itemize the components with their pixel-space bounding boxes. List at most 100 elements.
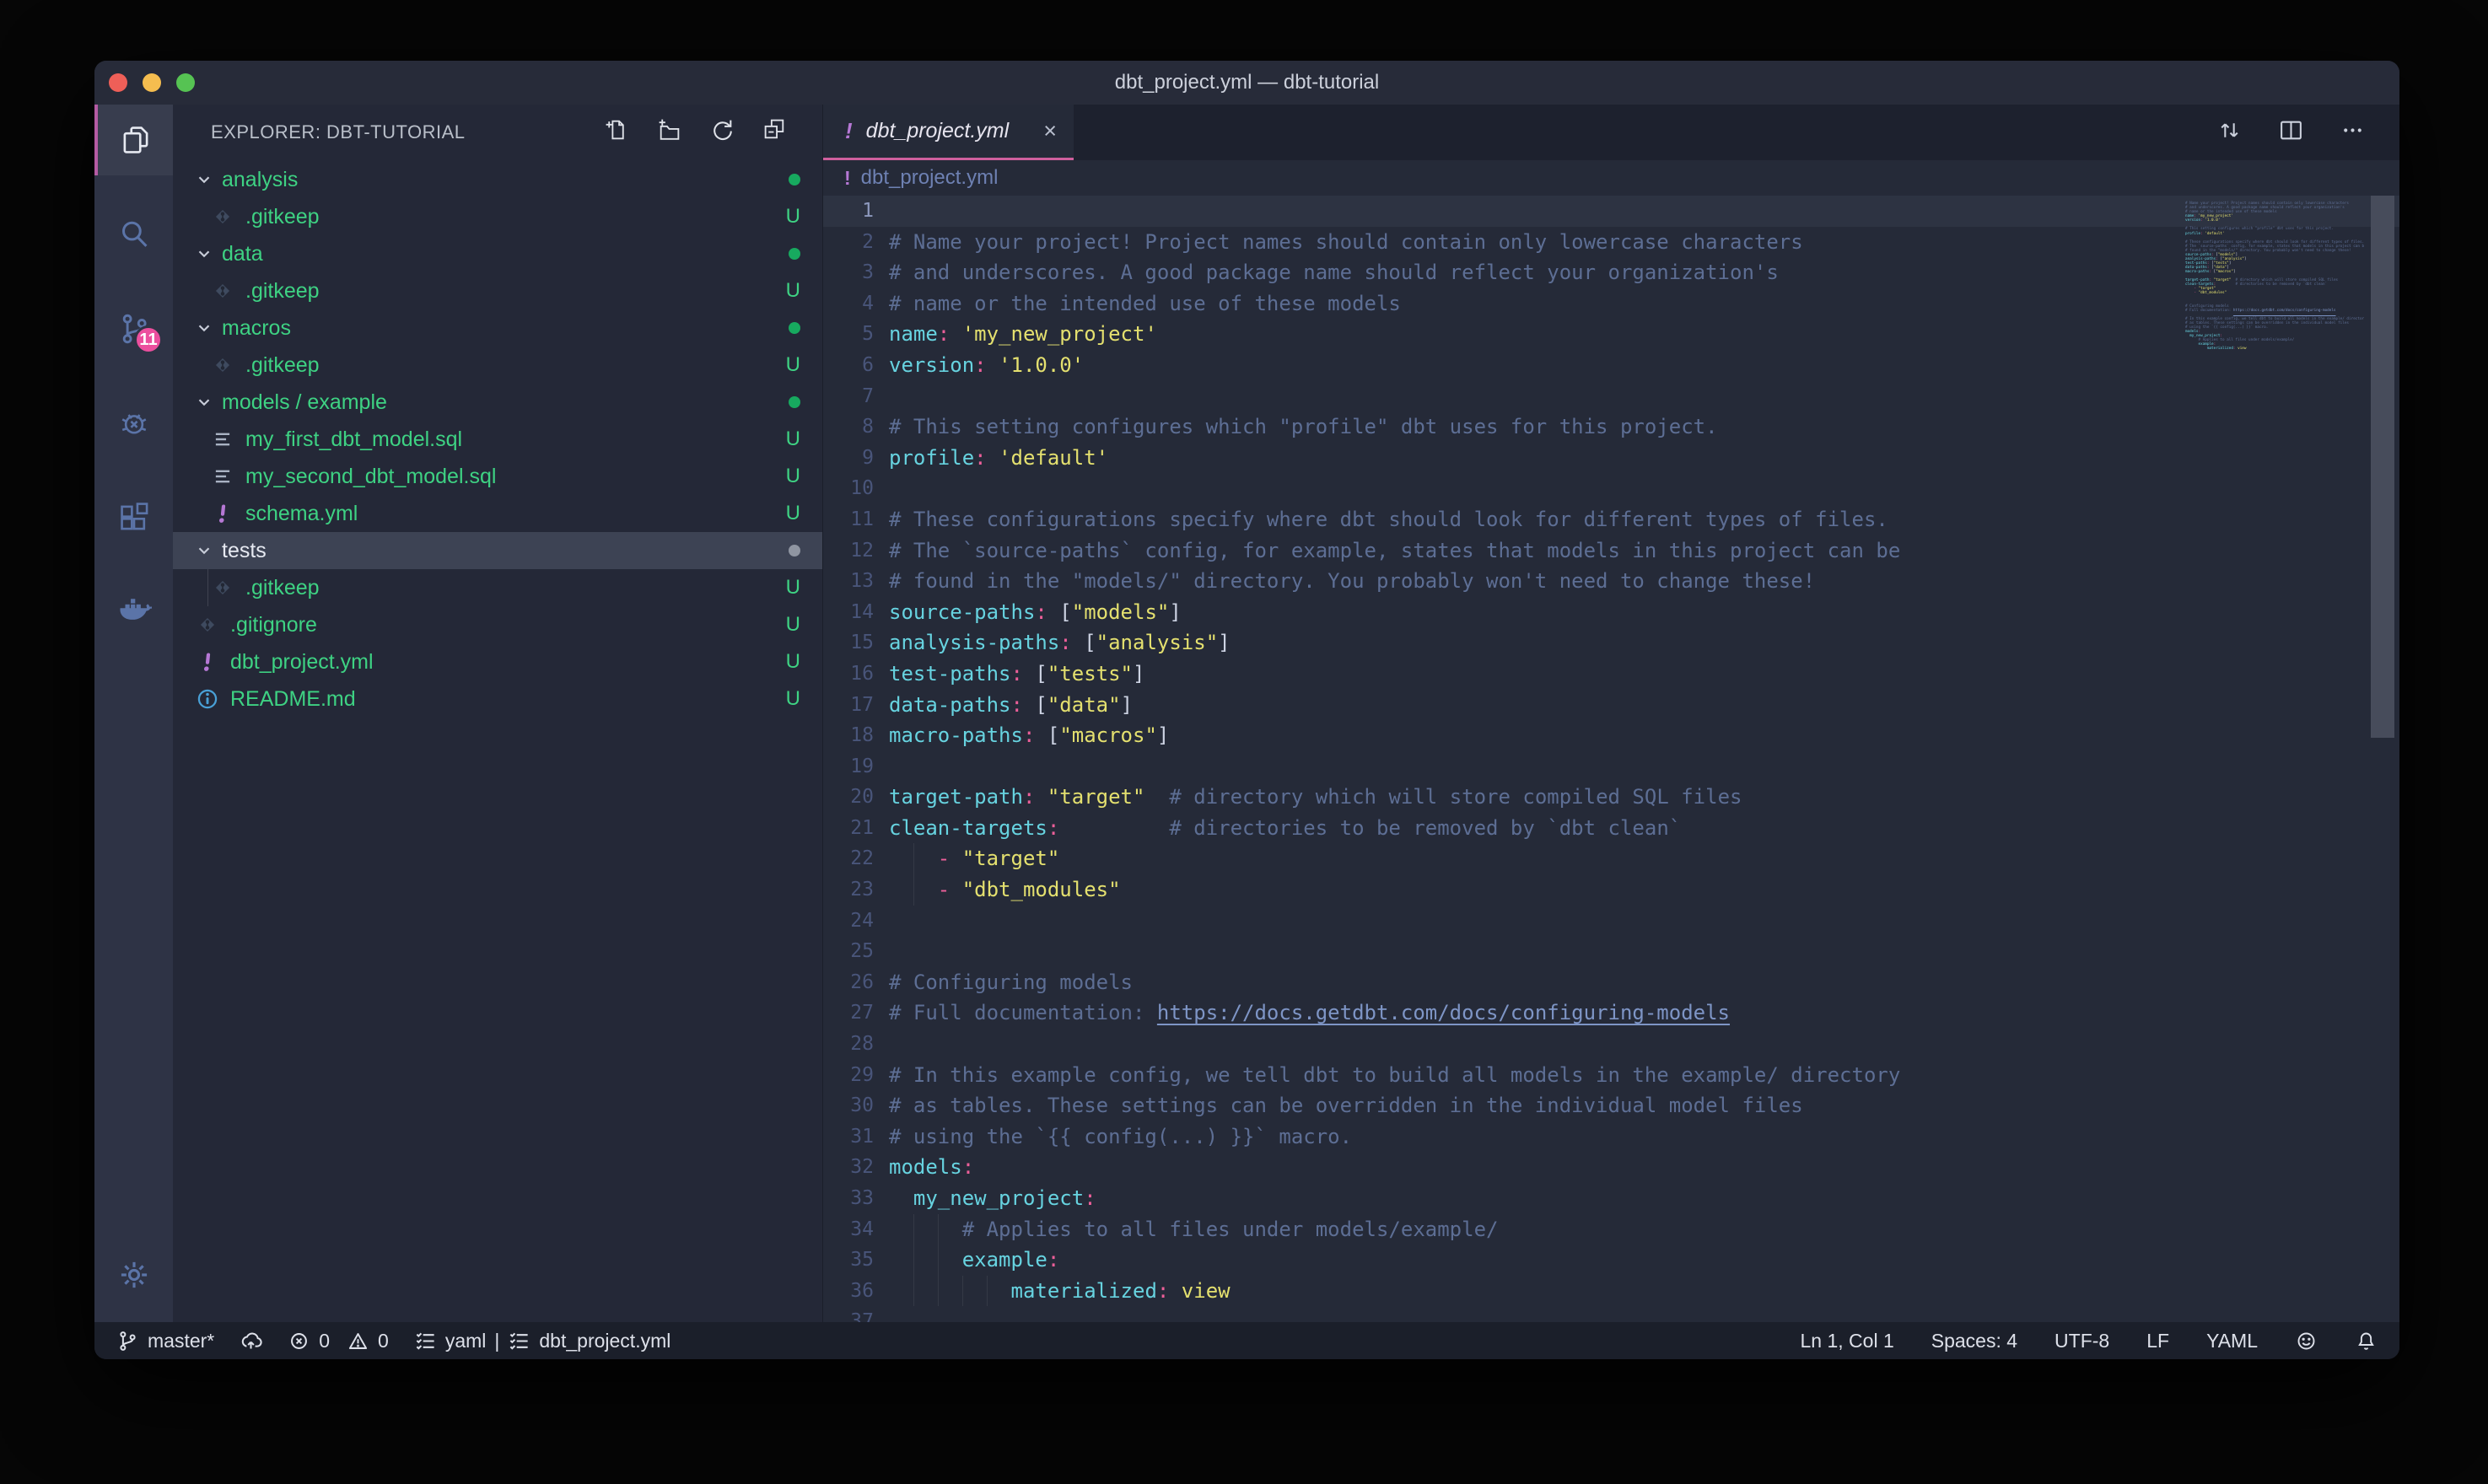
- search-icon[interactable]: [94, 199, 173, 270]
- chevron-down-icon: [195, 245, 213, 263]
- code-token: # using the `{{ config(...) }}` macro.: [889, 1125, 1352, 1148]
- new-folder-icon[interactable]: [656, 117, 682, 148]
- tree-item-dbt-project-yml[interactable]: dbt_project.ymlU: [173, 643, 822, 680]
- sql-file-icon: [212, 428, 234, 450]
- code-line: 9profile: 'default': [823, 443, 2399, 474]
- tree-item-gitignore[interactable]: .gitignoreU: [173, 606, 822, 643]
- tree-item-macros[interactable]: macros: [173, 309, 822, 347]
- git-untracked-badge: U: [786, 650, 800, 674]
- modified-warning-icon: !: [845, 118, 853, 144]
- tree-item-data[interactable]: data: [173, 235, 822, 272]
- language-mode-item[interactable]: YAML: [2206, 1330, 2258, 1352]
- sql-file-icon: [212, 465, 234, 487]
- code-line: 25: [823, 936, 2399, 967]
- indentation-item[interactable]: Spaces: 4: [1931, 1330, 2017, 1352]
- sync-changes-item[interactable]: [240, 1330, 262, 1352]
- code-token: :: [974, 353, 986, 377]
- collapse-folders-icon[interactable]: [762, 117, 789, 148]
- code-token: my_new_project: [913, 1186, 1084, 1210]
- problems-item[interactable]: 0 0: [288, 1330, 389, 1352]
- vertical-scrollbar[interactable]: [2371, 196, 2394, 738]
- encoding-item[interactable]: UTF-8: [2054, 1330, 2109, 1352]
- more-actions-icon[interactable]: [2340, 117, 2366, 148]
- notifications-bell-icon[interactable]: [2355, 1330, 2378, 1352]
- new-file-icon[interactable]: [603, 117, 629, 148]
- tree-item-label: .gitkeep: [245, 279, 320, 304]
- tab-dbt-project-yml[interactable]: ! dbt_project.yml ×: [823, 105, 1074, 160]
- code-line: 31# using the `{{ config(...) }}` macro.: [823, 1121, 2399, 1153]
- code-token: # directories to be removed by `dbt clea…: [1169, 816, 1681, 840]
- git-untracked-badge: U: [786, 502, 800, 525]
- line-number: 16: [823, 659, 874, 690]
- code-token: "data": [1047, 693, 1121, 717]
- extensions-icon[interactable]: [94, 482, 173, 553]
- tree-item-gitkeep[interactable]: .gitkeepU: [173, 347, 822, 384]
- tree-item-my-first-dbt-model-sql[interactable]: my_first_dbt_model.sqlU: [173, 421, 822, 458]
- line-number: 10: [823, 473, 874, 504]
- code-line: 20target-path: "target" # directory whic…: [823, 782, 2399, 813]
- docker-icon[interactable]: [94, 577, 173, 648]
- code-token: "models": [1072, 600, 1170, 624]
- code-token: :: [962, 1155, 974, 1179]
- line-number: 24: [823, 906, 874, 937]
- code-token: :: [974, 446, 986, 470]
- chevron-down-icon: [195, 170, 213, 189]
- line-number: 1: [823, 196, 874, 227]
- explorer-icon[interactable]: [94, 105, 173, 175]
- settings-gear-icon[interactable]: [94, 1239, 173, 1310]
- code-token: [889, 1186, 913, 1210]
- git-branch-item[interactable]: master*: [116, 1330, 214, 1352]
- code-token: # Configuring models: [889, 971, 1133, 994]
- tree-item-label: tests: [222, 539, 267, 563]
- code-editor[interactable]: 12# Name your project! Project names sho…: [823, 196, 2399, 1322]
- tree-item-readme-md[interactable]: README.mdU: [173, 680, 822, 718]
- open-changes-icon[interactable]: [2216, 117, 2243, 148]
- file-tree: analysis.gitkeepUdata.gitkeepUmacros.git…: [173, 160, 822, 1322]
- tree-item-label: .gitignore: [230, 613, 317, 637]
- split-editor-icon[interactable]: [2278, 117, 2304, 148]
- debug-icon[interactable]: [94, 388, 173, 459]
- tree-item-gitkeep[interactable]: .gitkeepU: [173, 569, 822, 606]
- indent-guide: [987, 1276, 988, 1307]
- tree-item-analysis[interactable]: analysis: [173, 161, 822, 198]
- code-line: 26# Configuring models: [823, 967, 2399, 998]
- documentation-link[interactable]: https://docs.getdbt.com/docs/configuring…: [1157, 1001, 1730, 1024]
- code-token: source-paths: [889, 600, 1035, 624]
- breadcrumb[interactable]: ! dbt_project.yml: [823, 160, 2399, 196]
- code-token: :: [1011, 662, 1023, 686]
- line-number: 30: [823, 1090, 874, 1121]
- git-untracked-badge: U: [786, 427, 800, 451]
- tree-item-tests[interactable]: tests: [173, 532, 822, 569]
- tree-item-gitkeep[interactable]: .gitkeepU: [173, 272, 822, 309]
- minimap[interactable]: # Name your project! Project names shoul…: [2185, 197, 2364, 383]
- tree-item-my-second-dbt-model-sql[interactable]: my_second_dbt_model.sqlU: [173, 458, 822, 495]
- code-token: [889, 1218, 962, 1241]
- code-token: "tests": [1047, 662, 1133, 686]
- code-token: # This setting configures which "profile…: [889, 415, 1718, 438]
- code-token: # In this example config, we tell dbt to…: [889, 1063, 1900, 1087]
- editor-group: ! dbt_project.yml ×: [822, 105, 2399, 1322]
- tree-item-label: macros: [222, 316, 291, 341]
- eol-item[interactable]: LF: [2146, 1330, 2169, 1352]
- feedback-smiley-icon[interactable]: [2295, 1330, 2318, 1352]
- code-line: 28: [823, 1029, 2399, 1060]
- code-token: [1047, 600, 1059, 624]
- code-token: [1169, 1279, 1181, 1303]
- tree-item-gitkeep[interactable]: .gitkeepU: [173, 198, 822, 235]
- code-token: 'default': [999, 446, 1108, 470]
- language-outline-item[interactable]: yaml | dbt_project.yml: [414, 1330, 671, 1352]
- code-token: test-paths: [889, 662, 1011, 686]
- code-token: "target": [962, 847, 1060, 870]
- refresh-icon[interactable]: [709, 117, 735, 148]
- tree-item-models-example[interactable]: models / example: [173, 384, 822, 421]
- git-status-dot: [789, 396, 800, 408]
- cursor-position-item[interactable]: Ln 1, Col 1: [1801, 1330, 1894, 1352]
- code-token: -: [938, 878, 950, 901]
- git-file-icon: [212, 206, 234, 228]
- tree-item-schema-yml[interactable]: schema.ymlU: [173, 495, 822, 532]
- line-number: 19: [823, 751, 874, 782]
- code-token: [950, 878, 961, 901]
- close-tab-icon[interactable]: ×: [1043, 118, 1057, 144]
- breadcrumb-file[interactable]: dbt_project.yml: [861, 166, 999, 190]
- source-control-icon[interactable]: 11: [94, 293, 173, 364]
